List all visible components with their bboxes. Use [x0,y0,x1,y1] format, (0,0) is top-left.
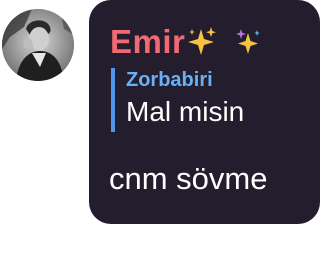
message-bubble[interactable]: Emir Zorbabiri Mal misin cnm sövme [89,0,320,224]
reply-author: Zorbabiri [126,69,213,91]
sender-name[interactable]: Emir [110,22,185,62]
sparkles-icon [233,25,263,59]
message-text: cnm sövme [109,161,268,196]
reply-quote[interactable]: Zorbabiri Mal misin [111,68,244,132]
chat-message-row: Emir Zorbabiri Mal misin cnm sövme [0,0,320,271]
avatar[interactable] [2,9,74,81]
sparkles-icon [187,25,217,59]
avatar-photo [2,9,74,81]
sender-row: Emir [110,22,263,62]
reply-text: Mal misin [126,96,245,127]
